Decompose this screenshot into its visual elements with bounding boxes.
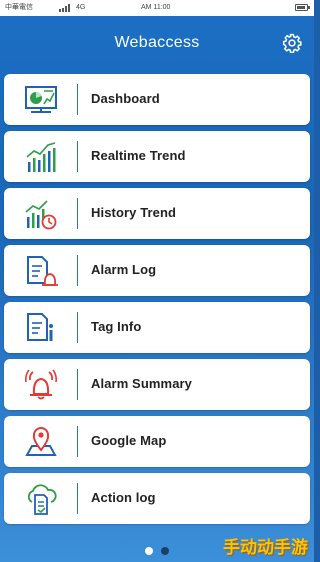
menu-item-label: Dashboard <box>91 91 160 106</box>
menu-item-realtime-trend[interactable]: Realtime Trend <box>4 131 310 182</box>
separator <box>77 255 78 286</box>
watermark-logo: 手动动手游 <box>223 538 308 558</box>
page-dot-1[interactable] <box>145 547 153 555</box>
menu-item-label: History Trend <box>91 205 177 220</box>
menu-item-dashboard[interactable]: Dashboard <box>4 74 310 125</box>
menu-item-label: Alarm Log <box>91 262 157 277</box>
status-bar: 中華電信 4G AM 11:00 <box>0 0 314 16</box>
action-log-icon <box>27 484 57 515</box>
dashboard-icon <box>25 86 57 113</box>
network-type: 4G <box>76 4 86 11</box>
app-screen: 中華電信 4G AM 11:00 Webaccess Dashboard Rea… <box>0 0 314 562</box>
menu-item-history-trend[interactable]: History Trend <box>4 188 310 239</box>
menu-item-alarm-summary[interactable]: Alarm Summary <box>4 359 310 410</box>
separator <box>77 198 78 229</box>
map-pin-icon <box>25 427 57 456</box>
separator <box>77 141 78 172</box>
gear-icon[interactable] <box>282 33 302 53</box>
menu-item-label: Tag Info <box>91 319 142 334</box>
menu-item-label: Alarm Summary <box>91 376 193 391</box>
separator <box>77 426 78 457</box>
app-header: Webaccess <box>0 16 314 70</box>
alarm-log-icon <box>27 256 58 286</box>
page-dot-2[interactable] <box>161 547 169 555</box>
menu-item-label: Realtime Trend <box>91 148 186 163</box>
battery-icon <box>295 4 308 11</box>
separator <box>77 369 78 400</box>
clock: AM 11:00 <box>141 4 171 11</box>
carrier-name: 中華電信 <box>5 4 33 11</box>
history-trend-icon <box>25 200 57 230</box>
menu-item-tag-info[interactable]: Tag Info <box>4 302 310 353</box>
realtime-trend-icon <box>26 142 56 172</box>
menu-item-label: Action log <box>91 490 156 505</box>
menu-item-action-log[interactable]: Action log <box>4 473 310 524</box>
tag-info-icon <box>27 313 53 341</box>
separator <box>77 312 78 343</box>
menu-item-label: Google Map <box>91 433 167 448</box>
menu-item-google-map[interactable]: Google Map <box>4 416 310 467</box>
separator <box>77 483 78 514</box>
separator <box>77 84 78 115</box>
signal-icon <box>59 4 70 12</box>
page-title: Webaccess <box>114 34 200 51</box>
menu-item-alarm-log[interactable]: Alarm Log <box>4 245 310 296</box>
alarm-bell-icon <box>25 369 57 400</box>
